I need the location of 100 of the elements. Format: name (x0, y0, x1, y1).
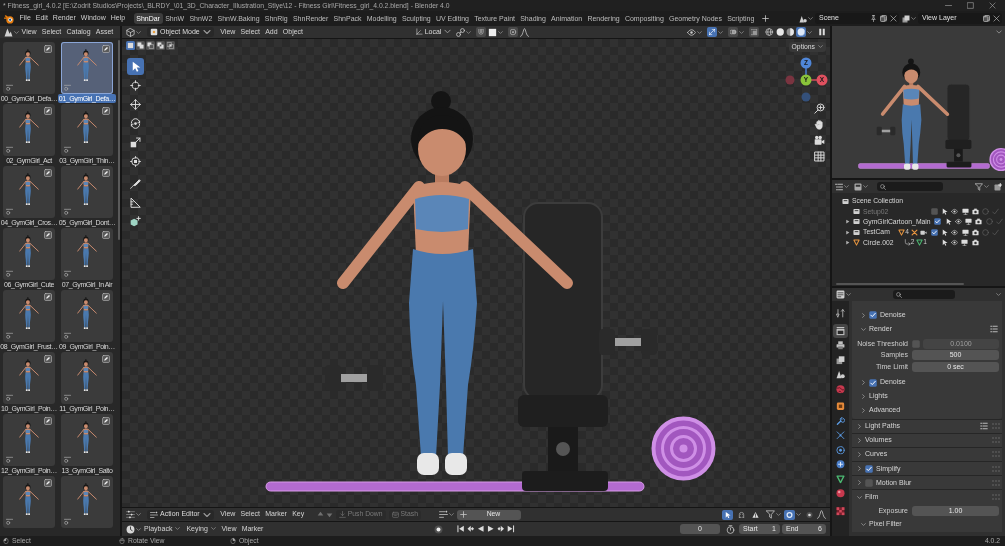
previous-keyframe-icon[interactable] (467, 525, 475, 533)
caret-icon[interactable] (697, 29, 702, 35)
jump-to-end-icon[interactable] (507, 525, 515, 533)
expand-arrow-icon[interactable] (845, 229, 850, 235)
caret-icon[interactable] (796, 512, 801, 517)
filter-icon[interactable] (975, 182, 983, 191)
pencil-box-icon[interactable] (44, 479, 52, 487)
overlapping-squares-icon[interactable] (749, 27, 759, 37)
caret-icon[interactable] (14, 29, 19, 35)
camera-icon[interactable] (814, 135, 825, 146)
checkbox[interactable] (869, 378, 877, 387)
caret-icon[interactable] (984, 184, 989, 189)
curve-icon[interactable] (520, 27, 530, 37)
solid-sphere-icon[interactable] (774, 27, 785, 37)
move-icon[interactable] (127, 96, 144, 113)
chevron-icon[interactable] (861, 408, 866, 413)
down-arrow-icon[interactable] (325, 511, 333, 518)
camera-icon[interactable] (971, 239, 979, 247)
asset-thumbnail[interactable] (3, 228, 55, 280)
cube-icon[interactable] (126, 27, 135, 37)
caret-icon[interactable] (466, 29, 472, 35)
chevron-icon[interactable] (857, 480, 862, 486)
asset-thumbnail[interactable] (61, 290, 113, 342)
chevron-icon[interactable] (861, 380, 866, 385)
list-icon[interactable] (980, 422, 988, 431)
stopwatch-icon[interactable] (726, 524, 735, 534)
monitor-icon[interactable] (965, 218, 973, 226)
squares-icon[interactable] (156, 41, 165, 50)
warning-icon[interactable] (750, 509, 761, 520)
checkbox[interactable] (865, 464, 873, 473)
up-arrow-icon[interactable] (316, 511, 324, 518)
eye-icon[interactable] (951, 228, 959, 236)
curve-icon[interactable] (817, 510, 826, 519)
zoom-icon[interactable] (814, 103, 825, 114)
chevron-icon[interactable] (861, 394, 866, 399)
app-logo-icon[interactable] (4, 13, 14, 24)
pencil-box-icon[interactable] (102, 355, 110, 363)
asset-thumbnail[interactable] (61, 476, 113, 528)
chevron-icon[interactable] (857, 451, 862, 457)
caret-icon[interactable] (136, 29, 141, 35)
monitor-icon[interactable] (961, 208, 969, 216)
monitor-icon[interactable] (961, 239, 969, 247)
caret-icon[interactable] (739, 29, 744, 35)
circle-icon[interactable] (508, 27, 519, 37)
checkbox[interactable] (930, 228, 938, 236)
close-icon[interactable] (989, 2, 996, 9)
pencil-box-icon[interactable] (102, 293, 110, 301)
chevron-icon[interactable] (857, 494, 862, 500)
pencil-box-icon[interactable] (102, 479, 110, 487)
arrow-cursor-icon[interactable] (722, 509, 733, 520)
plus-icon[interactable] (761, 15, 769, 22)
list-icon[interactable] (990, 325, 998, 333)
expand-arrow-icon[interactable] (845, 219, 850, 225)
checkbox[interactable] (934, 218, 942, 226)
caret-icon[interactable] (844, 184, 849, 189)
checkbox[interactable] (869, 311, 877, 319)
pencil-box-icon[interactable] (102, 107, 110, 115)
close-icon[interactable] (890, 15, 897, 22)
caret-icon[interactable] (210, 526, 216, 532)
eye-icon[interactable] (687, 27, 696, 37)
play-reverse-icon[interactable] (477, 525, 485, 533)
ring-icon[interactable] (784, 509, 795, 520)
caret-icon[interactable] (846, 292, 851, 297)
caret-icon[interactable] (136, 512, 141, 517)
chevron-icon[interactable] (861, 326, 866, 332)
hand-icon[interactable] (814, 119, 825, 130)
eye-icon[interactable] (951, 208, 959, 216)
asset-thumbnail[interactable] (3, 166, 55, 218)
asset-thumbnail[interactable] (3, 476, 55, 528)
pencil-box-icon[interactable] (44, 355, 52, 363)
chevron-icon[interactable] (857, 437, 862, 443)
caret-icon[interactable] (202, 28, 211, 36)
asset-thumbnail[interactable] (61, 414, 113, 466)
squares-icon[interactable] (136, 41, 145, 50)
caret-icon[interactable] (911, 16, 916, 21)
clock-icon[interactable] (126, 524, 135, 534)
pencil-box-icon[interactable] (102, 231, 110, 239)
camera-icon[interactable] (975, 218, 983, 226)
shaded-sphere-icon[interactable] (795, 27, 806, 37)
asset-thumbnail[interactable] (3, 42, 55, 94)
caret-icon[interactable] (818, 44, 823, 50)
image-stack-icon[interactable] (902, 14, 910, 23)
pin-icon[interactable] (870, 15, 877, 22)
crosshair-icon[interactable] (127, 77, 144, 94)
chevron-icon[interactable] (861, 312, 866, 318)
asset-thumbnail[interactable] (61, 166, 113, 218)
jump-to-start-icon[interactable] (457, 525, 465, 533)
asset-thumbnail[interactable] (3, 290, 55, 342)
caret-icon[interactable] (498, 29, 504, 35)
squares-icon[interactable] (146, 41, 155, 50)
caret-icon[interactable] (807, 29, 812, 35)
asset-thumbnail[interactable] (61, 42, 113, 94)
squares-icon[interactable] (126, 41, 135, 50)
eye-icon[interactable] (954, 218, 962, 226)
filter-icon[interactable] (766, 510, 775, 519)
pencil-box-icon[interactable] (44, 45, 52, 53)
box-plus-icon[interactable] (994, 182, 1002, 191)
caret-icon[interactable] (444, 28, 452, 36)
caret-icon[interactable] (718, 29, 723, 35)
squares-icon[interactable] (166, 41, 175, 50)
